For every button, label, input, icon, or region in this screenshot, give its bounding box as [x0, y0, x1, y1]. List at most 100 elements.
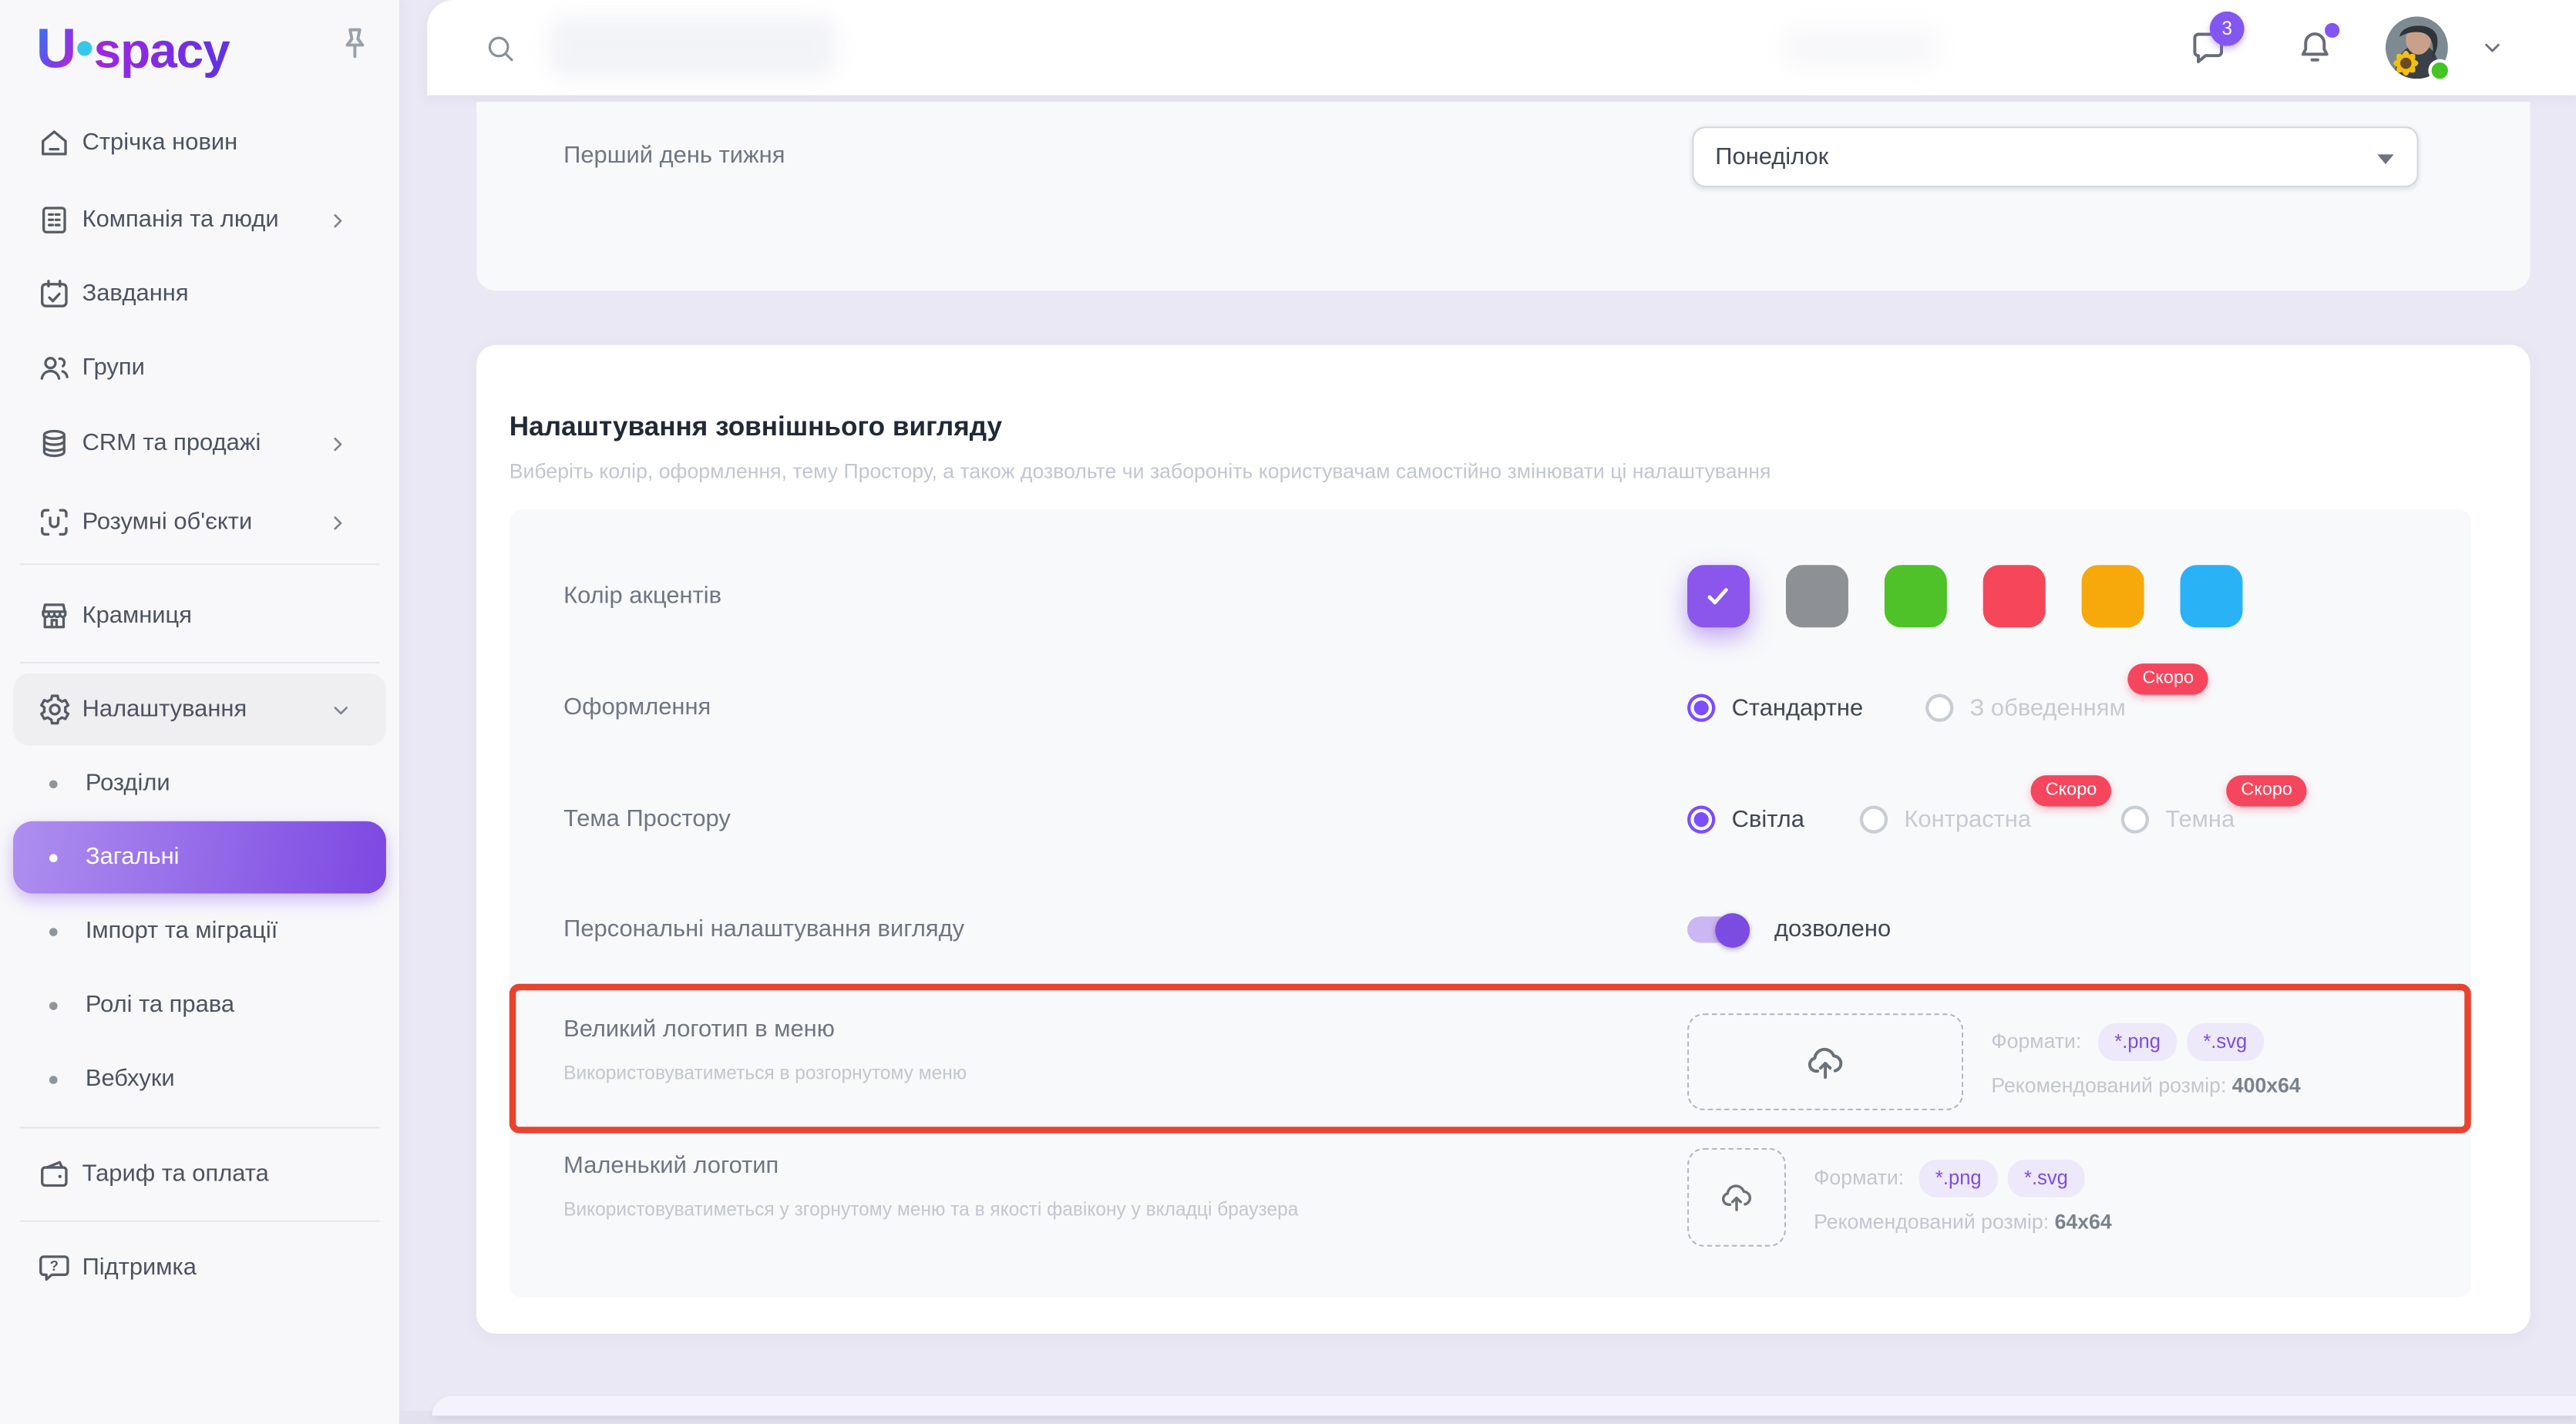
big-logo-label: Великий логотип в меню	[563, 1016, 835, 1043]
radio-contrast-theme[interactable]: Контрастна	[1860, 806, 2031, 834]
radio-light-theme[interactable]: Світла	[1687, 806, 1804, 834]
sidebar-item-label: Тариф та оплата	[82, 1161, 269, 1187]
radio-label: З обведенням	[1970, 695, 2126, 721]
wallet-icon	[36, 1157, 72, 1193]
pin-sidebar-icon[interactable]	[334, 23, 376, 65]
sidebar-item-smart-objects[interactable]: Розумні об'єкти	[0, 486, 399, 559]
check-icon	[1700, 578, 1737, 614]
radio-label: Контрастна	[1904, 807, 2031, 833]
radio-icon	[1925, 694, 1953, 722]
sidebar-item-crm[interactable]: CRM та продажі	[0, 408, 399, 480]
soon-badge: Скоро	[2127, 663, 2208, 694]
sidebar-subitem-webhooks[interactable]: Вебхуки	[13, 1043, 386, 1116]
format-chip-png: *.png	[2098, 1023, 2177, 1061]
small-logo-description: Використовуватиметься у згорнутому меню …	[563, 1201, 1298, 1221]
uspacy-logo[interactable]: Uspacy	[36, 18, 230, 82]
scan-object-icon	[36, 504, 72, 540]
accent-swatch-amber[interactable]	[2082, 565, 2144, 627]
appearance-settings-card: Налаштування зовнішнього вигляду Виберіт…	[476, 345, 2530, 1334]
radio-icon	[1687, 806, 1715, 834]
size-value: 400x64	[2232, 1074, 2301, 1097]
sidebar-item-label: Стрічка новин	[82, 129, 238, 156]
sidebar-subitem-general[interactable]: Загальні	[13, 821, 386, 894]
sidebar-subitem-import-migration[interactable]: Імпорт та міграції	[13, 895, 386, 968]
accent-swatch-gray[interactable]	[1786, 565, 1848, 627]
size-value: 64x64	[2055, 1211, 2112, 1234]
sidebar-divider	[20, 563, 380, 565]
database-icon	[36, 425, 72, 462]
sidebar-item-settings[interactable]: Налаштування	[13, 673, 386, 746]
logo-wordmark: spacy	[94, 25, 230, 79]
radio-standard[interactable]: Стандартне	[1687, 694, 1863, 722]
sidebar-item-marketplace[interactable]: Крамниця	[0, 579, 399, 652]
building-icon	[36, 202, 72, 238]
store-icon	[36, 598, 72, 634]
sidebar-subitem-label: Загальні	[86, 845, 180, 871]
design-label: Оформлення	[563, 695, 711, 721]
appearance-subtitle: Виберіть колір, оформлення, тему Простор…	[509, 460, 1771, 483]
bullet-icon	[49, 1001, 58, 1009]
formats-label: Формати:	[1814, 1166, 1904, 1189]
redacted-header-text	[1783, 26, 1939, 69]
chevron-right-icon	[325, 510, 350, 535]
format-chip-png: *.png	[1919, 1160, 1998, 1197]
sidebar-item-label: Групи	[82, 354, 145, 381]
sidebar-subitem-sections[interactable]: Розділи	[13, 747, 386, 820]
bullet-icon	[49, 1075, 58, 1083]
big-logo-description: Використовуватиметься в розгорнутому мен…	[563, 1064, 967, 1084]
radio-dark-theme[interactable]: Темна	[2121, 806, 2235, 834]
cloud-upload-icon	[1717, 1177, 1756, 1217]
sidebar-subitem-roles-rights[interactable]: Ролі та права	[13, 969, 386, 1042]
appearance-panel: Колір акцентів Оформлення Стандартне З о…	[509, 509, 2471, 1298]
personal-settings-toggle[interactable]	[1687, 916, 1750, 942]
toggle-state-label: дозволено	[1774, 916, 1891, 942]
calendar-check-icon	[36, 276, 72, 312]
accent-swatch-purple[interactable]	[1687, 565, 1750, 627]
sidebar-item-company-people[interactable]: Компанія та люди	[0, 184, 399, 257]
accent-swatch-blue[interactable]	[2181, 565, 2243, 627]
home-icon	[36, 125, 72, 161]
accent-swatch-red[interactable]	[1983, 565, 2046, 627]
first-day-select[interactable]: Понеділок	[1692, 126, 2418, 187]
sidebar-subitem-label: Імпорт та міграції	[86, 919, 278, 945]
toggle-knob	[1715, 912, 1750, 947]
sidebar-item-groups[interactable]: Групи	[0, 332, 399, 405]
sidebar-item-label: Завдання	[82, 280, 189, 307]
sidebar-divider	[20, 1221, 380, 1222]
bullet-icon	[49, 927, 58, 935]
highlight-red-border	[509, 984, 2471, 1133]
formats-label: Формати:	[1991, 1029, 2081, 1053]
sidebar-item-label: Крамниця	[82, 603, 192, 629]
sidebar-item-label: Розумні об'єкти	[82, 509, 253, 536]
sidebar-item-support[interactable]: ? Підтримка	[0, 1232, 399, 1305]
settings-page: Uspacy Стрічка новин Компанія та люди За…	[0, 0, 2576, 1424]
appearance-title: Налаштування зовнішнього вигляду	[509, 412, 1002, 443]
accent-swatch-green[interactable]	[1885, 565, 1947, 627]
profile-chevron-down-icon[interactable]	[2479, 35, 2505, 61]
radio-label: Світла	[1732, 807, 1804, 833]
search-icon[interactable]	[483, 31, 518, 65]
format-chip-svg: *.svg	[2008, 1160, 2085, 1197]
sidebar-item-tasks[interactable]: Завдання	[0, 258, 399, 331]
small-logo-label: Маленький логотип	[563, 1153, 779, 1179]
sidebar-item-tariff-payment[interactable]: Тариф та оплата	[0, 1138, 399, 1211]
sidebar-item-label: Компанія та люди	[82, 207, 279, 233]
radio-label: Стандартне	[1732, 695, 1864, 721]
chevron-right-icon	[325, 208, 350, 233]
radio-icon	[2121, 806, 2149, 834]
accent-color-label: Колір акцентів	[563, 583, 721, 610]
bullet-icon	[49, 779, 58, 788]
big-logo-upload-dropzone[interactable]	[1687, 1013, 1963, 1110]
sidebar-item-news-feed[interactable]: Стрічка новин	[0, 107, 399, 180]
sidebar-divider	[20, 662, 380, 663]
sidebar-item-label: CRM та продажі	[82, 430, 261, 456]
cloud-upload-icon	[1802, 1039, 1848, 1085]
personal-settings-label: Персональні налаштування вигляду	[563, 916, 964, 942]
gear-icon	[36, 691, 72, 727]
svg-text:?: ?	[50, 1258, 59, 1274]
radio-outlined[interactable]: З обведенням	[1925, 694, 2126, 722]
chevron-down-icon	[328, 697, 353, 722]
sidebar-subitem-label: Розділи	[86, 771, 170, 797]
soon-badge: Скоро	[2226, 775, 2307, 806]
small-logo-upload-dropzone[interactable]	[1687, 1148, 1786, 1247]
